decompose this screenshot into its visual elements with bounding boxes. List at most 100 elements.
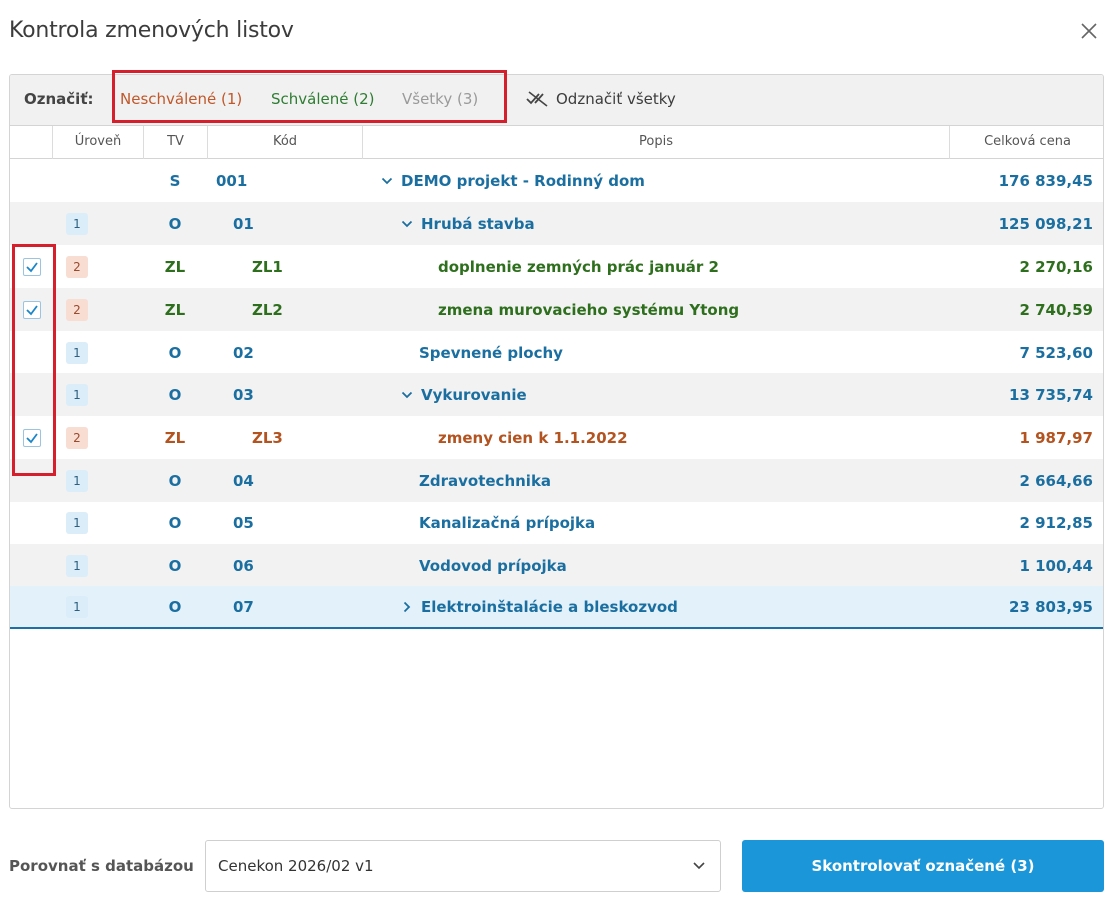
level-badge: 2 (66, 298, 88, 321)
filter-unapproved[interactable]: Neschválené (1) (120, 90, 242, 108)
row-checkbox-cell (21, 544, 43, 587)
row-description: Elektroinštalácie a bleskozvod (421, 597, 678, 616)
level-badge: 1 (66, 469, 88, 492)
col-code[interactable]: Kód (207, 126, 362, 159)
table-row[interactable]: 1 O 01 Hrubá stavba 125 098,21 (10, 202, 1103, 245)
row-tv: O (168, 214, 182, 233)
row-description-cell: Vodovod prípojka (419, 544, 979, 587)
row-description: Zdravotechnika (419, 471, 552, 490)
col-check (10, 126, 52, 159)
row-level-cell: 1 (62, 544, 92, 587)
row-tv: O (168, 513, 182, 532)
close-button[interactable] (1076, 18, 1102, 44)
table-row[interactable]: 2 ZL ZL2 zmena murovacieho systému Ytong 2 7… (10, 288, 1103, 331)
row-code: 02 (233, 343, 254, 362)
level-badge: 2 (66, 255, 88, 278)
row-level-cell: 1 (62, 202, 92, 245)
row-checkbox[interactable] (23, 428, 41, 447)
row-total-price: 23 803,95 (1009, 597, 1093, 616)
row-level-cell: 1 (62, 331, 92, 374)
row-tv: ZL (164, 428, 186, 447)
col-tv[interactable]: TV (143, 126, 207, 159)
col-total-price[interactable]: Celková cena (949, 126, 1103, 159)
checkmark-icon (26, 261, 38, 272)
row-description: Vykurovanie (421, 385, 527, 404)
select-label: Označiť: (24, 90, 94, 108)
row-checkbox-cell (21, 202, 43, 245)
row-description-cell: Spevnené plochy (419, 331, 979, 374)
table-row[interactable]: 1 O 07 Elektroinštalácie a bleskozvod 23 803… (10, 586, 1103, 629)
chevron-down-icon[interactable] (399, 389, 415, 401)
chevron-down-icon[interactable] (399, 218, 415, 230)
table-row[interactable]: 2 ZL ZL3 zmeny cien k 1.1.2022 1 987,97 (10, 416, 1103, 459)
chevron-right-icon[interactable] (399, 601, 415, 613)
row-description-cell: Hrubá stavba (399, 202, 959, 245)
filter-all[interactable]: Všetky (3) (402, 90, 478, 108)
row-description: DEMO projekt - Rodinný dom (401, 171, 645, 190)
row-total-price: 2 912,85 (1019, 513, 1093, 532)
row-tv: O (168, 471, 182, 490)
row-code: ZL1 (252, 257, 283, 276)
row-total-price: 2 740,59 (1019, 300, 1093, 319)
check-selected-button[interactable]: Skontrolovať označené (3) (742, 840, 1104, 892)
row-description-cell: Kanalizačná prípojka (419, 501, 979, 544)
row-checkbox-cell (21, 501, 43, 544)
row-tv: S (169, 171, 181, 190)
row-checkbox-cell (21, 331, 43, 374)
table-row[interactable]: S 001 DEMO projekt - Rodinný dom 176 839,45 (10, 159, 1103, 202)
chevron-down-icon[interactable] (379, 175, 395, 187)
row-level-cell: 2 (62, 288, 92, 331)
col-description[interactable]: Popis (362, 126, 949, 159)
database-select[interactable]: Cenekon 2026/02 v1 (205, 840, 721, 892)
row-description-cell: DEMO projekt - Rodinný dom (379, 159, 939, 202)
row-description-cell: Zdravotechnika (419, 459, 979, 502)
checkmark-icon (26, 432, 38, 443)
row-code: ZL2 (252, 300, 283, 319)
row-total-price: 125 098,21 (998, 214, 1093, 233)
row-checkbox[interactable] (23, 300, 41, 319)
changes-panel: Označiť: Neschválené (1) Schválené (2) V… (9, 74, 1104, 809)
row-code: 03 (233, 385, 254, 404)
col-level[interactable]: Úroveň (52, 126, 143, 159)
filter-approved[interactable]: Schválené (2) (271, 90, 375, 108)
row-level-cell: 1 (62, 501, 92, 544)
table-row[interactable]: 1 O 06 Vodovod prípojka 1 100,44 (10, 544, 1103, 587)
row-checkbox[interactable] (23, 257, 41, 276)
select-toolbar: Označiť: Neschválené (1) Schválené (2) V… (10, 75, 1103, 126)
row-checkbox-cell (21, 586, 43, 627)
chevron-down-icon (693, 862, 705, 870)
row-code: 01 (233, 214, 254, 233)
row-tv: O (168, 597, 182, 616)
row-description: Vodovod prípojka (419, 556, 567, 575)
row-description: Spevnené plochy (419, 343, 563, 362)
row-description: zmeny cien k 1.1.2022 (438, 428, 628, 447)
level-badge: 1 (66, 383, 88, 406)
table-row[interactable]: 1 O 02 Spevnené plochy 7 523,60 (10, 331, 1103, 374)
close-icon (1081, 23, 1097, 39)
unselect-all-button[interactable]: Odznačiť všetky (526, 90, 676, 108)
checkmark-icon (26, 304, 38, 315)
table-row[interactable]: 2 ZL ZL1 doplnenie zemných prác január 2 2 2… (10, 245, 1103, 288)
row-tv: ZL (164, 257, 186, 276)
row-checkbox-cell (21, 459, 43, 502)
table-row[interactable]: 1 O 05 Kanalizačná prípojka 2 912,85 (10, 501, 1103, 544)
table-row[interactable]: 1 O 04 Zdravotechnika 2 664,66 (10, 459, 1103, 502)
row-total-price: 13 735,74 (1009, 385, 1093, 404)
level-badge: 1 (66, 554, 88, 577)
compare-label: Porovnať s databázou (9, 857, 194, 875)
row-description: Hrubá stavba (421, 214, 535, 233)
row-description-cell: Elektroinštalácie a bleskozvod (399, 586, 959, 627)
row-code: ZL3 (252, 428, 283, 447)
row-description: doplnenie zemných prác január 2 (438, 257, 719, 276)
row-checkbox-cell (21, 159, 43, 202)
row-code: 001 (216, 171, 248, 190)
row-total-price: 2 664,66 (1019, 471, 1093, 490)
table-row[interactable]: 1 O 03 Vykurovanie 13 735,74 (10, 373, 1103, 416)
unselect-all-label: Odznačiť všetky (556, 90, 676, 108)
table-header: Úroveň TV Kód Popis Celková cena (10, 126, 1103, 159)
level-badge: 1 (66, 341, 88, 364)
row-code: 04 (233, 471, 254, 490)
unselect-icon (526, 91, 548, 107)
row-tv: O (168, 556, 182, 575)
level-badge: 1 (66, 212, 88, 235)
